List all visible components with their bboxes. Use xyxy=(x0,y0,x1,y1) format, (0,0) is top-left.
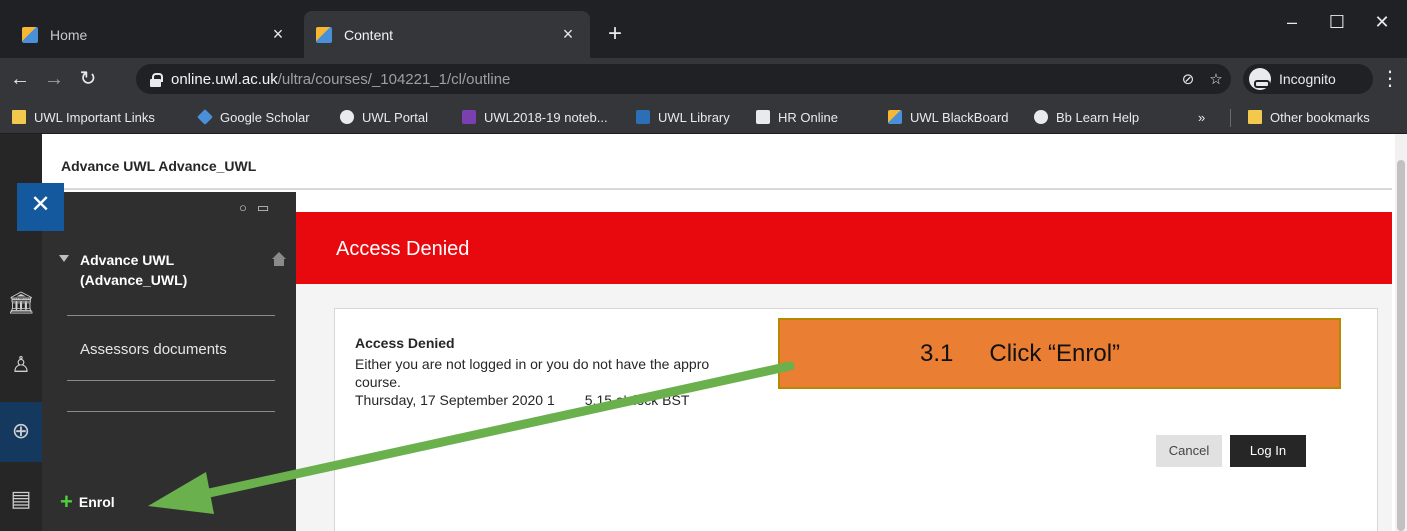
message-line: Thursday, 17 September 2020 1 5.15 o'cloc… xyxy=(355,391,709,409)
message-body: Either you are not logged in or you do n… xyxy=(355,355,709,409)
forward-icon[interactable]: → xyxy=(40,65,68,93)
message-date: Thursday, 17 September 2020 1 xyxy=(355,392,555,408)
bookmark-uwl-important-links[interactable]: UWL Important Links xyxy=(12,107,155,127)
bookmarks-overflow-icon[interactable]: » xyxy=(1198,107,1205,127)
address-bar[interactable]: online.uwl.ac.uk/ultra/courses/_104221_1… xyxy=(136,64,1231,94)
menu-divider xyxy=(67,380,275,381)
onenote-icon xyxy=(462,110,476,124)
bookmark-label: UWL Important Links xyxy=(34,109,155,125)
new-tab-button[interactable]: + xyxy=(600,20,630,50)
close-icon[interactable]: × xyxy=(268,24,288,45)
course-menu-name: Advance UWL (Advance_UWL) xyxy=(80,252,188,288)
bookmark-uwl-blackboard[interactable]: UWL BlackBoard xyxy=(888,107,1009,127)
bookmark-label: UWL Portal xyxy=(362,109,428,125)
home-icon[interactable] xyxy=(272,252,286,266)
bookmark-uwl-library[interactable]: UWL Library xyxy=(636,107,730,127)
page-scrollbar[interactable] xyxy=(1395,134,1407,531)
google-scholar-icon xyxy=(197,109,213,125)
hr-icon xyxy=(756,110,770,124)
globe-icon xyxy=(340,110,354,124)
message-title: Access Denied xyxy=(355,335,455,351)
bookmark-uwl-portal[interactable]: UWL Portal xyxy=(340,107,428,127)
scrollbar-thumb[interactable] xyxy=(1397,160,1405,531)
callout-instruction: Click “Enrol” xyxy=(989,340,1121,367)
blackboard-favicon-icon xyxy=(22,26,38,43)
bookmark-label: Google Scholar xyxy=(220,109,310,125)
star-icon[interactable]: ☆ xyxy=(1204,70,1228,90)
bookmarks-divider xyxy=(1230,109,1231,127)
course-header-title: Advance UWL Advance_UWL xyxy=(61,158,257,174)
maximize-icon[interactable]: ☐ xyxy=(1315,8,1359,36)
incognito-label: Incognito xyxy=(1279,71,1336,87)
incognito-icon xyxy=(1249,68,1271,90)
bookmark-google-scholar[interactable]: Google Scholar xyxy=(197,107,310,127)
bookmark-label: UWL BlackBoard xyxy=(910,109,1009,125)
bookmark-bb-learn-help[interactable]: Bb Learn Help xyxy=(1034,107,1139,127)
url-host: online.uwl.ac.uk xyxy=(171,70,278,88)
folder-icon xyxy=(12,110,26,124)
browser-tab-strip: Home × Content × + – ☐ ✕ xyxy=(0,0,1407,58)
tab-home[interactable]: Home × xyxy=(10,11,300,58)
globe-icon[interactable]: ⊕ xyxy=(4,414,38,448)
tab-title: Content xyxy=(344,26,394,43)
callout-step: 3.1 xyxy=(920,340,954,367)
callout-text: 3.1 Click “Enrol” xyxy=(920,340,1120,368)
tab-content[interactable]: Content × xyxy=(304,11,590,58)
reload-icon[interactable]: ↻ xyxy=(74,65,102,93)
menu-divider xyxy=(67,411,275,412)
message-time: 5.15 o'clock BST xyxy=(584,392,690,408)
instruction-callout: 3.1 Click “Enrol” xyxy=(778,318,1341,389)
profile-icon[interactable]: ♙ xyxy=(4,348,38,382)
cancel-button[interactable]: Cancel xyxy=(1156,435,1222,467)
close-icon[interactable]: × xyxy=(558,24,578,45)
browser-toolbar: ← → ↻ online.uwl.ac.uk/ultra/courses/_10… xyxy=(0,58,1407,100)
message-line: Either you are not logged in or you do n… xyxy=(355,356,710,372)
calendar-icon[interactable]: ▤ xyxy=(4,482,38,516)
bookmark-hr-online[interactable]: HR Online xyxy=(756,107,838,127)
enrol-label: Enrol xyxy=(78,494,115,510)
folder-icon xyxy=(1248,110,1262,124)
url-path: /ultra/courses/_104221_1/cl/outline xyxy=(277,70,511,88)
menu-divider xyxy=(67,315,275,316)
bookmark-label: Bb Learn Help xyxy=(1056,109,1140,125)
menu-item-assessors-documents[interactable]: Assessors documents xyxy=(80,341,227,358)
banner-title: Access Denied xyxy=(336,238,470,260)
close-course-button[interactable]: ✕ xyxy=(17,183,64,231)
bookmarks-bar: UWL Important Links Google Scholar UWL P… xyxy=(0,100,1407,134)
back-icon[interactable]: ← xyxy=(6,65,34,93)
bookmark-label: Other bookmarks xyxy=(1270,109,1370,125)
other-bookmarks[interactable]: Other bookmarks xyxy=(1248,107,1370,127)
login-button[interactable]: Log In xyxy=(1230,435,1306,467)
library-icon xyxy=(636,110,650,124)
message-line: course. xyxy=(355,374,401,390)
window-close-icon[interactable]: ✕ xyxy=(1360,8,1404,36)
enrol-link[interactable]: + Enrol xyxy=(60,489,115,514)
bookmark-onenote[interactable]: UWL2018-19 noteb... xyxy=(462,107,608,127)
course-header: Advance UWL Advance_UWL xyxy=(42,134,1392,190)
tracking-blocked-icon[interactable]: ⊘ xyxy=(1176,70,1200,90)
bookmark-label: UWL Library xyxy=(658,109,730,125)
minimize-icon[interactable]: – xyxy=(1270,8,1314,36)
blackboard-favicon-icon xyxy=(316,26,332,43)
collapse-triangle-icon[interactable] xyxy=(59,255,69,262)
blackboard-icon xyxy=(888,110,902,124)
course-menu: ○ ▭ Advance UWL (Advance_UWL) Assessors d… xyxy=(42,192,296,531)
tab-title: Home xyxy=(50,26,88,43)
folder-view-icon[interactable]: ▭ xyxy=(257,200,269,215)
incognito-badge[interactable]: Incognito xyxy=(1243,64,1373,94)
course-menu-title[interactable]: Advance UWL (Advance_UWL) xyxy=(59,250,259,290)
institution-icon[interactable]: 🏛 xyxy=(4,286,38,320)
menu-tools: ○ ▭ xyxy=(239,200,279,216)
refresh-icon[interactable]: ○ xyxy=(239,200,247,215)
lock-icon xyxy=(150,72,163,87)
bookmark-label: HR Online xyxy=(778,109,838,125)
access-denied-banner: Access Denied xyxy=(296,212,1392,284)
globe-icon xyxy=(1034,110,1048,124)
bookmark-label: UWL2018-19 noteb... xyxy=(484,109,608,125)
plus-icon: + xyxy=(60,489,73,514)
more-menu-icon[interactable]: ⋮ xyxy=(1380,65,1400,93)
